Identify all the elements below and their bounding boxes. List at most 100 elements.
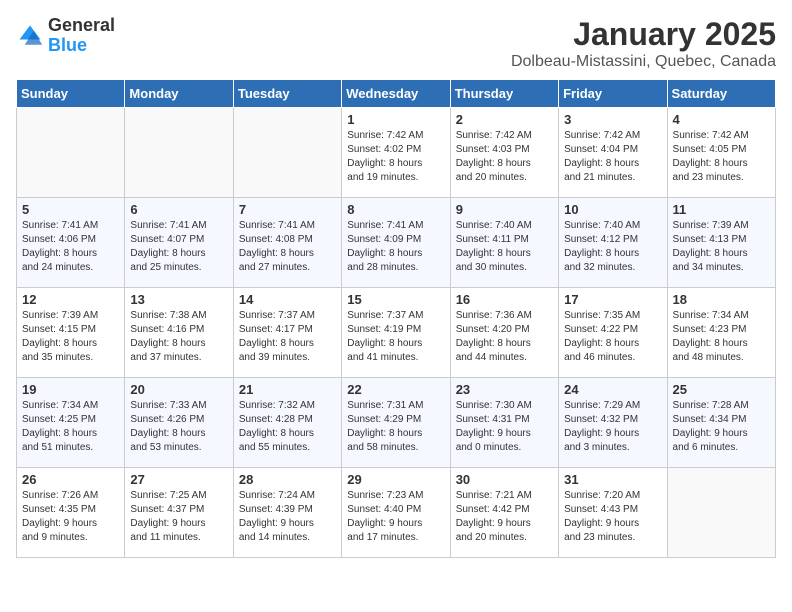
week-row-4: 19 Sunrise: 7:34 AM Sunset: 4:25 PM Dayli… bbox=[17, 378, 776, 468]
calendar-cell: 24Sunrise: 7:29 AM Sunset: 4:32 PM Dayli… bbox=[559, 378, 667, 468]
day-number: 25 bbox=[673, 382, 770, 397]
title-block: January 2025 Dolbeau-Mistassini, Quebec,… bbox=[511, 16, 776, 71]
day-info: Sunrise: 7:41 AM Sunset: 4:08 PM Dayligh… bbox=[239, 219, 336, 275]
day-info: Sunrise: 7:42 AM Sunset: 4:03 PM Dayligh… bbox=[456, 129, 553, 185]
day-info: Sunrise: 7:23 AM Sunset: 4:40 PM Dayligh… bbox=[347, 489, 444, 545]
calendar-body: 1Sunrise: 7:42 AM Sunset: 4:02 PM Daylig… bbox=[17, 108, 776, 558]
weekday-header-saturday: Saturday bbox=[667, 80, 775, 108]
calendar-cell: 3 Sunrise: 7:42 AM Sunset: 4:04 PM Daylig… bbox=[559, 108, 667, 198]
calendar-cell: 10 Sunrise: 7:40 AM Sunset: 4:12 PM Dayli… bbox=[559, 198, 667, 288]
day-info: Sunrise: 7:31 AM Sunset: 4:29 PM Dayligh… bbox=[347, 399, 444, 455]
day-number: 20 bbox=[130, 382, 227, 397]
weekday-header-thursday: Thursday bbox=[450, 80, 558, 108]
day-number: 7 bbox=[239, 202, 336, 217]
day-info: Sunrise: 7:29 AM Sunset: 4:32 PM Dayligh… bbox=[564, 399, 661, 455]
day-number: 31 bbox=[564, 472, 661, 487]
calendar-cell: 18Sunrise: 7:34 AM Sunset: 4:23 PM Dayli… bbox=[667, 288, 775, 378]
page-header: General Blue January 2025 Dolbeau-Mistas… bbox=[16, 16, 776, 71]
logo: General Blue bbox=[16, 16, 115, 56]
week-row-2: 5 Sunrise: 7:41 AM Sunset: 4:06 PM Daylig… bbox=[17, 198, 776, 288]
calendar-cell: 5 Sunrise: 7:41 AM Sunset: 4:06 PM Daylig… bbox=[17, 198, 125, 288]
day-info: Sunrise: 7:34 AM Sunset: 4:25 PM Dayligh… bbox=[22, 399, 119, 455]
weekday-header-sunday: Sunday bbox=[17, 80, 125, 108]
day-info: Sunrise: 7:20 AM Sunset: 4:43 PM Dayligh… bbox=[564, 489, 661, 545]
day-info: Sunrise: 7:28 AM Sunset: 4:34 PM Dayligh… bbox=[673, 399, 770, 455]
day-number: 1 bbox=[347, 112, 444, 127]
calendar-cell: 26 Sunrise: 7:26 AM Sunset: 4:35 PM Dayli… bbox=[17, 468, 125, 558]
day-info: Sunrise: 7:34 AM Sunset: 4:23 PM Dayligh… bbox=[673, 309, 770, 365]
calendar-cell: 31 Sunrise: 7:20 AM Sunset: 4:43 PM Dayli… bbox=[559, 468, 667, 558]
week-row-3: 12 Sunrise: 7:39 AM Sunset: 4:15 PM Dayli… bbox=[17, 288, 776, 378]
calendar-cell: 16Sunrise: 7:36 AM Sunset: 4:20 PM Dayli… bbox=[450, 288, 558, 378]
calendar-cell: 7 Sunrise: 7:41 AM Sunset: 4:08 PM Daylig… bbox=[233, 198, 341, 288]
weekday-header-wednesday: Wednesday bbox=[342, 80, 450, 108]
day-info: Sunrise: 7:30 AM Sunset: 4:31 PM Dayligh… bbox=[456, 399, 553, 455]
calendar-cell: 13 Sunrise: 7:38 AM Sunset: 4:16 PM Dayli… bbox=[125, 288, 233, 378]
day-number: 22 bbox=[347, 382, 444, 397]
calendar-cell: 4Sunrise: 7:42 AM Sunset: 4:05 PM Daylig… bbox=[667, 108, 775, 198]
weekday-header-tuesday: Tuesday bbox=[233, 80, 341, 108]
logo-text: General Blue bbox=[48, 16, 115, 56]
weekday-header-friday: Friday bbox=[559, 80, 667, 108]
calendar-cell: 28 Sunrise: 7:24 AM Sunset: 4:39 PM Dayli… bbox=[233, 468, 341, 558]
day-number: 27 bbox=[130, 472, 227, 487]
day-info: Sunrise: 7:42 AM Sunset: 4:04 PM Dayligh… bbox=[564, 129, 661, 185]
day-number: 5 bbox=[22, 202, 119, 217]
calendar-cell: 11 Sunrise: 7:39 AM Sunset: 4:13 PM Dayli… bbox=[667, 198, 775, 288]
calendar-cell bbox=[233, 108, 341, 198]
day-info: Sunrise: 7:40 AM Sunset: 4:11 PM Dayligh… bbox=[456, 219, 553, 275]
day-info: Sunrise: 7:21 AM Sunset: 4:42 PM Dayligh… bbox=[456, 489, 553, 545]
calendar-cell: 9 Sunrise: 7:40 AM Sunset: 4:11 PM Daylig… bbox=[450, 198, 558, 288]
day-number: 2 bbox=[456, 112, 553, 127]
calendar-cell: 14 Sunrise: 7:37 AM Sunset: 4:17 PM Dayli… bbox=[233, 288, 341, 378]
day-info: Sunrise: 7:32 AM Sunset: 4:28 PM Dayligh… bbox=[239, 399, 336, 455]
day-info: Sunrise: 7:25 AM Sunset: 4:37 PM Dayligh… bbox=[130, 489, 227, 545]
logo-icon bbox=[16, 22, 44, 50]
day-number: 9 bbox=[456, 202, 553, 217]
weekday-header-row: SundayMondayTuesdayWednesdayThursdayFrid… bbox=[17, 80, 776, 108]
day-info: Sunrise: 7:39 AM Sunset: 4:15 PM Dayligh… bbox=[22, 309, 119, 365]
calendar-cell: 17Sunrise: 7:35 AM Sunset: 4:22 PM Dayli… bbox=[559, 288, 667, 378]
calendar-cell: 22 Sunrise: 7:31 AM Sunset: 4:29 PM Dayli… bbox=[342, 378, 450, 468]
day-number: 10 bbox=[564, 202, 661, 217]
day-info: Sunrise: 7:26 AM Sunset: 4:35 PM Dayligh… bbox=[22, 489, 119, 545]
calendar-cell: 15 Sunrise: 7:37 AM Sunset: 4:19 PM Dayli… bbox=[342, 288, 450, 378]
day-number: 28 bbox=[239, 472, 336, 487]
day-number: 15 bbox=[347, 292, 444, 307]
day-info: Sunrise: 7:36 AM Sunset: 4:20 PM Dayligh… bbox=[456, 309, 553, 365]
day-info: Sunrise: 7:39 AM Sunset: 4:13 PM Dayligh… bbox=[673, 219, 770, 275]
day-info: Sunrise: 7:37 AM Sunset: 4:19 PM Dayligh… bbox=[347, 309, 444, 365]
calendar-cell: 1Sunrise: 7:42 AM Sunset: 4:02 PM Daylig… bbox=[342, 108, 450, 198]
calendar-cell: 29Sunrise: 7:23 AM Sunset: 4:40 PM Dayli… bbox=[342, 468, 450, 558]
day-info: Sunrise: 7:24 AM Sunset: 4:39 PM Dayligh… bbox=[239, 489, 336, 545]
day-number: 6 bbox=[130, 202, 227, 217]
calendar-cell: 25 Sunrise: 7:28 AM Sunset: 4:34 PM Dayli… bbox=[667, 378, 775, 468]
day-info: Sunrise: 7:42 AM Sunset: 4:05 PM Dayligh… bbox=[673, 129, 770, 185]
day-number: 3 bbox=[564, 112, 661, 127]
calendar-cell: 21Sunrise: 7:32 AM Sunset: 4:28 PM Dayli… bbox=[233, 378, 341, 468]
day-info: Sunrise: 7:38 AM Sunset: 4:16 PM Dayligh… bbox=[130, 309, 227, 365]
day-info: Sunrise: 7:41 AM Sunset: 4:06 PM Dayligh… bbox=[22, 219, 119, 275]
calendar-cell bbox=[17, 108, 125, 198]
calendar-table: SundayMondayTuesdayWednesdayThursdayFrid… bbox=[16, 79, 776, 558]
day-info: Sunrise: 7:40 AM Sunset: 4:12 PM Dayligh… bbox=[564, 219, 661, 275]
calendar-title: January 2025 bbox=[511, 16, 776, 53]
day-number: 14 bbox=[239, 292, 336, 307]
weekday-header-monday: Monday bbox=[125, 80, 233, 108]
day-number: 23 bbox=[456, 382, 553, 397]
day-number: 19 bbox=[22, 382, 119, 397]
day-info: Sunrise: 7:33 AM Sunset: 4:26 PM Dayligh… bbox=[130, 399, 227, 455]
day-number: 12 bbox=[22, 292, 119, 307]
week-row-5: 26 Sunrise: 7:26 AM Sunset: 4:35 PM Dayli… bbox=[17, 468, 776, 558]
day-number: 30 bbox=[456, 472, 553, 487]
calendar-cell: 23 Sunrise: 7:30 AM Sunset: 4:31 PM Dayli… bbox=[450, 378, 558, 468]
calendar-subtitle: Dolbeau-Mistassini, Quebec, Canada bbox=[511, 53, 776, 71]
calendar-cell: 12 Sunrise: 7:39 AM Sunset: 4:15 PM Dayli… bbox=[17, 288, 125, 378]
day-number: 11 bbox=[673, 202, 770, 217]
day-number: 26 bbox=[22, 472, 119, 487]
day-number: 13 bbox=[130, 292, 227, 307]
week-row-1: 1Sunrise: 7:42 AM Sunset: 4:02 PM Daylig… bbox=[17, 108, 776, 198]
day-info: Sunrise: 7:37 AM Sunset: 4:17 PM Dayligh… bbox=[239, 309, 336, 365]
calendar-cell: 2 Sunrise: 7:42 AM Sunset: 4:03 PM Daylig… bbox=[450, 108, 558, 198]
day-info: Sunrise: 7:41 AM Sunset: 4:09 PM Dayligh… bbox=[347, 219, 444, 275]
